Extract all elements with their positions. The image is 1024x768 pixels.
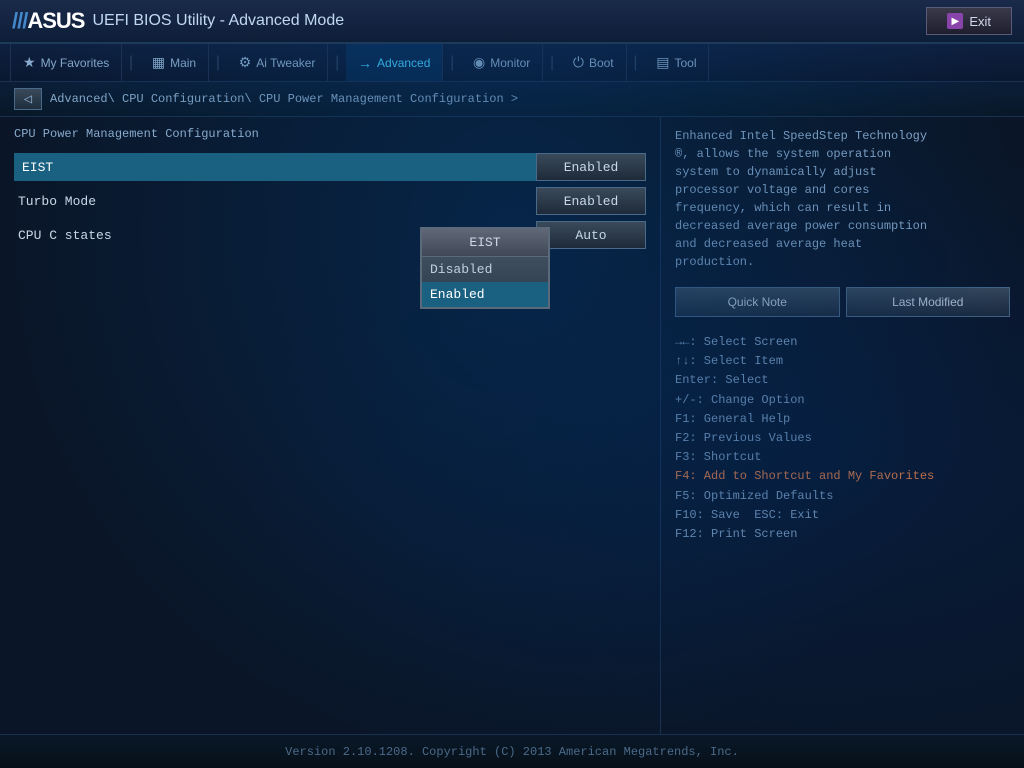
nav-separator-4: | (445, 54, 459, 72)
breadcrumb: Advanced\ CPU Configuration\ CPU Power M… (50, 92, 518, 106)
section-title: CPU Power Management Configuration (14, 127, 646, 141)
nav-separator-5: | (545, 54, 559, 72)
shortcut-f3: F3: Shortcut (675, 448, 1010, 467)
last-modified-button[interactable]: Last Modified (846, 287, 1011, 317)
shortcut-enter: Enter: Select (675, 371, 1010, 390)
main-icon: ▦ (152, 54, 165, 71)
dropdown-option-enabled[interactable]: Enabled (422, 282, 548, 307)
asus-logo: ///ASUS (12, 8, 84, 34)
main-content: CPU Power Management Configuration EIST … (0, 117, 1024, 735)
footer: Version 2.10.1208. Copyright (C) 2013 Am… (0, 734, 1024, 768)
config-value-eist[interactable]: Enabled (536, 153, 646, 181)
left-panel: CPU Power Management Configuration EIST … (0, 117, 660, 735)
nav-item-boot[interactable]: ⏻ Boot (561, 44, 627, 81)
config-value-cpu-c-states[interactable]: Auto (536, 221, 646, 249)
dropdown-title: EIST (422, 229, 548, 257)
action-buttons: Quick Note Last Modified (675, 287, 1010, 317)
config-item-cpu-c-states[interactable]: CPU C states Auto (14, 221, 646, 249)
exit-icon: ▶ (947, 13, 963, 29)
nav-separator-1: | (124, 54, 138, 72)
tool-icon: ▤ (656, 54, 669, 71)
quick-note-button[interactable]: Quick Note (675, 287, 840, 317)
shortcut-select-screen: →←: Select Screen (675, 333, 1010, 352)
shortcuts: →←: Select Screen ↑↓: Select Item Enter:… (675, 333, 1010, 544)
nav-item-main[interactable]: ▦ Main (140, 44, 209, 81)
exit-button[interactable]: ▶ Exit (926, 7, 1012, 35)
shortcut-f5: F5: Optimized Defaults (675, 487, 1010, 506)
header: ///ASUS UEFI BIOS Utility - Advanced Mod… (0, 0, 1024, 44)
monitor-icon: ◉ (473, 54, 485, 71)
nav-item-advanced[interactable]: → Advanced (346, 44, 443, 81)
shortcut-f2: F2: Previous Values (675, 429, 1010, 448)
nav-item-monitor[interactable]: ◉ Monitor (461, 44, 543, 81)
shortcut-f10: F10: Save ESC: Exit (675, 506, 1010, 525)
nav-item-favorites[interactable]: ★ My Favorites (10, 44, 122, 81)
shortcut-change-option: +/-: Change Option (675, 391, 1010, 410)
config-label-eist: EIST (14, 153, 536, 181)
nav-separator-2: | (211, 54, 225, 72)
back-button[interactable]: ◁ (14, 88, 42, 110)
shortcut-f4: F4: Add to Shortcut and My Favorites (675, 467, 1010, 486)
config-value-turbo[interactable]: Enabled (536, 187, 646, 215)
footer-text: Version 2.10.1208. Copyright (C) 2013 Am… (285, 745, 739, 759)
header-title: UEFI BIOS Utility - Advanced Mode (92, 12, 926, 30)
boot-icon: ⏻ (573, 54, 584, 71)
config-item-turbo[interactable]: Turbo Mode Enabled (14, 187, 646, 215)
dropdown-popup: EIST Disabled Enabled (420, 227, 550, 309)
nav-item-ai-tweaker[interactable]: ⚙ Ai Tweaker (227, 44, 329, 81)
config-label-turbo: Turbo Mode (14, 194, 536, 209)
advanced-icon: → (358, 55, 372, 71)
breadcrumb-bar: ◁ Advanced\ CPU Configuration\ CPU Power… (0, 82, 1024, 117)
ai-tweaker-icon: ⚙ (239, 54, 252, 71)
dropdown-option-disabled[interactable]: Disabled (422, 257, 548, 282)
nav-item-tool[interactable]: ▤ Tool (644, 44, 709, 81)
nav-separator-3: | (330, 54, 344, 72)
shortcut-f12: F12: Print Screen (675, 525, 1010, 544)
shortcut-select-item: ↑↓: Select Item (675, 352, 1010, 371)
nav-bar: ★ My Favorites | ▦ Main | ⚙ Ai Tweaker |… (0, 44, 1024, 82)
description-text: Enhanced Intel SpeedStep Technology ®, a… (675, 127, 1010, 271)
nav-separator-6: | (629, 54, 643, 72)
favorites-icon: ★ (23, 54, 36, 71)
config-item-eist[interactable]: EIST Enabled (14, 153, 646, 181)
right-panel: Enhanced Intel SpeedStep Technology ®, a… (660, 117, 1024, 735)
shortcut-f1: F1: General Help (675, 410, 1010, 429)
